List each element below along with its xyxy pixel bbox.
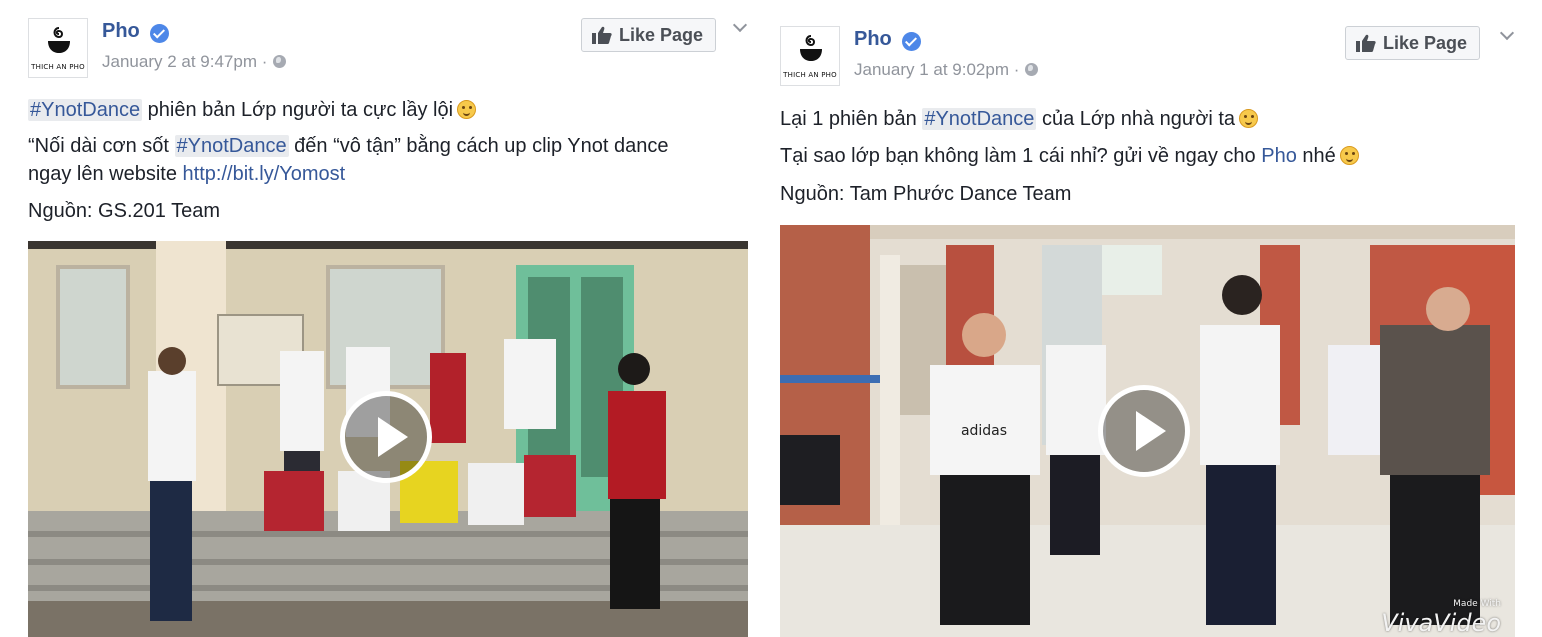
tongue-emoji-icon [457, 100, 477, 119]
timestamp-text[interactable]: January 2 at 9:47pm [102, 52, 257, 71]
post-text: phiên bản Lớp người ta cực lầy lội [142, 99, 454, 121]
page-name-link[interactable]: Pho [102, 20, 140, 43]
post-text: Lại 1 phiên bản [780, 108, 923, 130]
watermark-brand-text: VivaVideo [1381, 609, 1501, 637]
post-timestamp[interactable]: January 1 at 9:02pm · [854, 60, 1039, 80]
vivavideo-watermark: Made With VivaVideo [1381, 599, 1501, 637]
post-text: đến “vô tận” bằng cách up clip Ynot danc… [288, 135, 669, 157]
hashtag-link[interactable]: #YnotDance [28, 99, 143, 121]
post-text: của Lớp nhà người ta [1036, 108, 1236, 130]
page-avatar[interactable]: THICH AN PHO [28, 18, 88, 78]
post-source-line: Nguồn: GS.201 Team [28, 200, 220, 222]
chevron-down-icon[interactable] [734, 22, 746, 34]
page-mention-link[interactable]: Pho [1261, 145, 1297, 167]
globe-icon [273, 55, 287, 68]
like-page-label: Like Page [1383, 32, 1468, 53]
post-text-line-3: ngay lên website http://bit.ly/Yomost [28, 160, 345, 188]
globe-icon [1025, 63, 1039, 76]
avatar-logo-text: THICH AN PHO [31, 63, 85, 71]
like-page-button[interactable]: Like Page [1345, 26, 1481, 60]
like-page-button[interactable]: Like Page [581, 18, 717, 52]
verified-badge-icon [902, 32, 921, 51]
avatar-logo-text: THICH AN PHO [783, 71, 837, 79]
like-page-label: Like Page [619, 24, 704, 45]
post-1: THICH AN PHO Pho January 2 at 9:47pm · L… [0, 0, 760, 637]
video-player[interactable] [28, 241, 748, 637]
post-timestamp[interactable]: January 2 at 9:47pm · [102, 52, 287, 72]
watermark-small-text: Made With [1453, 599, 1501, 609]
post-text-line-1: Lại 1 phiên bản #YnotDance của Lớp nhà n… [780, 105, 1259, 133]
post-text-line-2: Tại sao lớp bạn không làm 1 cái nhỉ? gửi… [780, 142, 1359, 170]
shirt-logo-text: adidas [961, 423, 1007, 439]
thumbs-up-icon [592, 26, 612, 44]
verified-badge-icon [150, 24, 169, 43]
hashtag-link[interactable]: #YnotDance [922, 108, 1037, 130]
video-player[interactable]: adidas Made With VivaVideo [780, 225, 1515, 637]
thumbs-up-icon [1356, 34, 1376, 52]
play-icon[interactable] [1098, 385, 1190, 477]
page-avatar[interactable]: THICH AN PHO [780, 26, 840, 86]
post-2: THICH AN PHO Pho January 1 at 9:02pm · L… [752, 0, 1542, 637]
post-text-line-1: #YnotDance phiên bản Lớp người ta cực lầ… [28, 96, 477, 124]
hashtag-link[interactable]: #YnotDance [174, 135, 289, 157]
post-source-line: Nguồn: Tam Phước Dance Team [780, 183, 1072, 205]
bowl-logo-icon [800, 35, 822, 61]
post-text: ngay lên website [28, 163, 183, 185]
post-text: nhé [1296, 145, 1336, 167]
post-text-line-2: “Nối dài cơn sốt #YnotDance đến “vô tận”… [28, 132, 669, 160]
chevron-down-icon[interactable] [1501, 30, 1513, 42]
play-icon[interactable] [340, 391, 432, 483]
tongue-emoji-icon [1239, 109, 1259, 128]
post-text: “Nối dài cơn sốt [28, 135, 175, 157]
external-link[interactable]: http://bit.ly/Yomost [183, 163, 346, 185]
timestamp-text[interactable]: January 1 at 9:02pm [854, 60, 1009, 79]
page-name-link[interactable]: Pho [854, 28, 892, 51]
bowl-logo-icon [48, 27, 70, 53]
smile-emoji-icon [1339, 146, 1359, 165]
post-text: Tại sao lớp bạn không làm 1 cái nhỉ? gửi… [780, 145, 1262, 167]
